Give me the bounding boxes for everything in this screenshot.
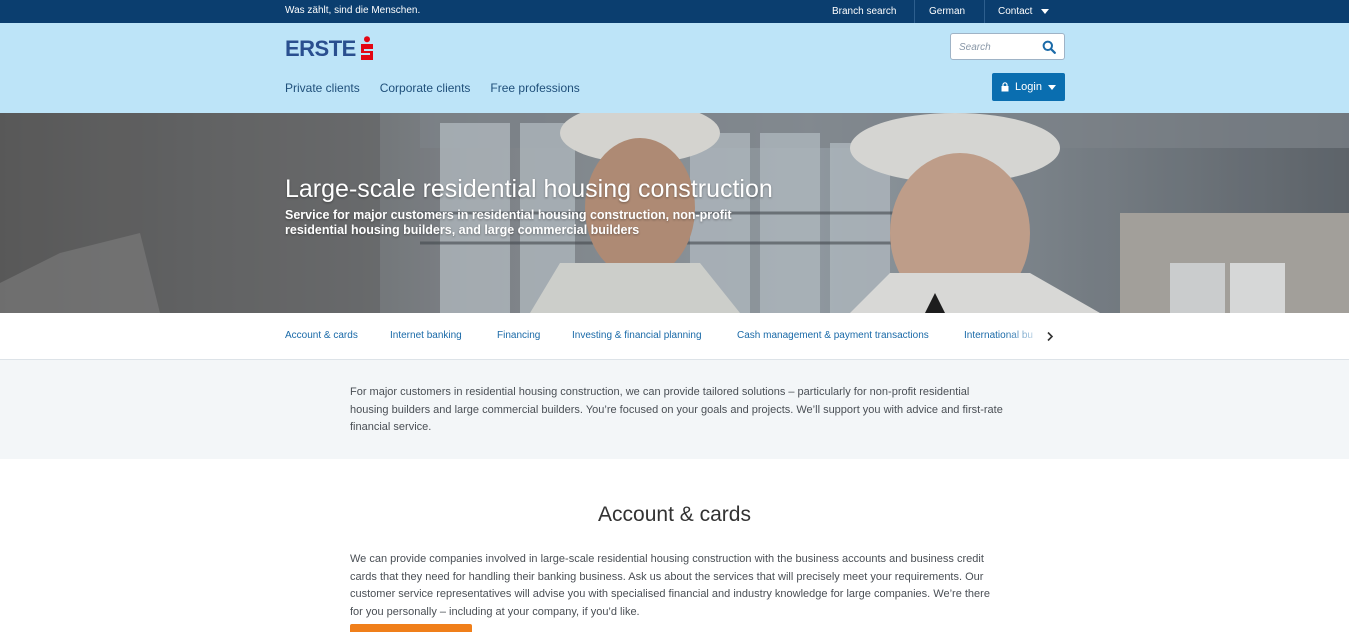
erste-logo[interactable]: ERSTE [285, 35, 374, 63]
divider [984, 0, 985, 23]
tab-list: Account & cards Internet banking Financi… [285, 313, 1055, 359]
tab-cash-management[interactable]: Cash management & payment transactions [737, 330, 929, 341]
lock-icon [1001, 82, 1009, 92]
caret-down-icon [1047, 84, 1056, 90]
nav-corporate-clients[interactable]: Corporate clients [380, 81, 471, 95]
hero-banner: Large-scale residential housing construc… [0, 113, 1349, 313]
nav-free-professions[interactable]: Free professions [490, 81, 579, 95]
account-cards-text: We can provide companies involved in lar… [350, 553, 990, 618]
main-nav: Private clients Corporate clients Free p… [285, 81, 580, 95]
login-button[interactable]: Login [992, 73, 1065, 101]
login-label: Login [1015, 81, 1042, 93]
tab-investing[interactable]: Investing & financial planning [572, 330, 702, 341]
search-icon[interactable] [1042, 40, 1056, 54]
hero-title: Large-scale residential housing construc… [285, 175, 773, 203]
tab-internet-banking[interactable]: Internet banking [390, 330, 462, 341]
caret-down-icon [1041, 9, 1050, 14]
branch-search-link[interactable]: Branch search [832, 0, 896, 23]
logo-text: ERSTE [285, 36, 356, 61]
account-cards-title: Account & cards [598, 503, 751, 526]
intro-text: For major customers in residential housi… [350, 386, 1003, 433]
slogan: Was zählt, sind die Menschen. [285, 5, 421, 16]
sparkasse-s-icon [360, 36, 373, 60]
divider [914, 0, 915, 23]
tab-financing[interactable]: Financing [497, 330, 540, 341]
intro-section: For major customers in residential housi… [0, 360, 1349, 459]
account-cards-cta-button[interactable] [350, 624, 472, 632]
chevron-right-icon[interactable] [1046, 331, 1054, 342]
section-tabs: Account & cards Internet banking Financi… [0, 313, 1349, 360]
search-input[interactable] [959, 39, 1039, 55]
main-header: ERSTE Private clients Corporate clients … [0, 23, 1349, 113]
utility-bar: Was zählt, sind die Menschen. Branch sea… [0, 0, 1349, 23]
nav-private-clients[interactable]: Private clients [285, 81, 360, 95]
contact-label: Contact [998, 6, 1033, 17]
search-box [950, 33, 1065, 60]
language-link[interactable]: German [929, 0, 965, 23]
contact-dropdown[interactable]: Contact [998, 0, 1050, 23]
tab-account-cards[interactable]: Account & cards [285, 330, 358, 341]
hero-subtitle: Service for major customers in residenti… [285, 208, 732, 237]
